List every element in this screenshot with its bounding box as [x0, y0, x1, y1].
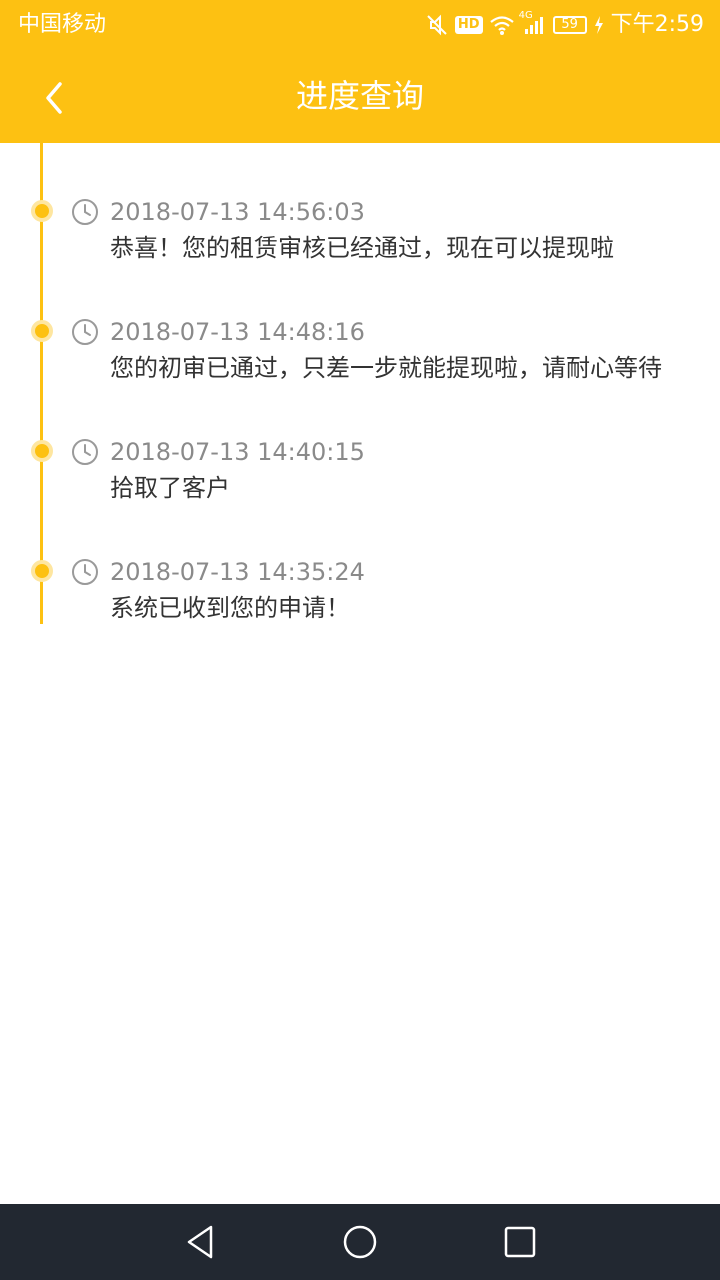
- timeline-time: 2018-07-13 14:40:15: [110, 438, 365, 466]
- timeline-dot: [31, 560, 53, 582]
- timeline-time: 2018-07-13 14:35:24: [110, 558, 365, 586]
- triangle-back-icon: [187, 1225, 213, 1259]
- wifi-icon: [489, 14, 515, 36]
- app-header: 进度查询: [0, 50, 720, 143]
- timeline-dot: [31, 200, 53, 222]
- timeline-item: 2018-07-13 14:56:03 恭喜！您的租赁审核已经通过，现在可以提现…: [0, 143, 720, 262]
- timeline-dot: [31, 320, 53, 342]
- nav-back-button[interactable]: [180, 1222, 220, 1262]
- timeline-dot: [31, 440, 53, 462]
- timeline-text: 您的初审已通过，只差一步就能提现啦，请耐心等待: [110, 354, 662, 382]
- square-recent-icon: [504, 1226, 536, 1258]
- carrier-label: 中国移动: [18, 12, 107, 37]
- battery-indicator: 59: [552, 16, 587, 34]
- timeline-time: 2018-07-13 14:48:16: [110, 318, 365, 346]
- timeline-text: 恭喜！您的租赁审核已经通过，现在可以提现啦: [110, 234, 614, 262]
- screen: 中国移动 HD 4G 59 下午2:59 进度查询 2018-07-13 14:…: [0, 0, 720, 1280]
- clock-icon: [72, 439, 98, 465]
- nav-home-button[interactable]: [340, 1222, 380, 1262]
- nav-recent-button[interactable]: [500, 1222, 540, 1262]
- status-bar: 中国移动 HD 4G 59 下午2:59: [0, 0, 720, 50]
- clock-time: 下午2:59: [610, 12, 704, 37]
- circle-home-icon: [343, 1225, 377, 1259]
- mute-icon: [425, 13, 449, 37]
- timeline-item: 2018-07-13 14:48:16 您的初审已通过，只差一步就能提现啦，请耐…: [0, 263, 720, 382]
- timeline-item: 2018-07-13 14:40:15 拾取了客户: [0, 383, 720, 502]
- system-nav-bar: [0, 1204, 720, 1280]
- clock-icon: [72, 559, 98, 585]
- charging-icon: [593, 15, 605, 35]
- page-title: 进度查询: [295, 77, 424, 115]
- timeline-text: 系统已收到您的申请！: [110, 594, 350, 622]
- timeline-text: 拾取了客户: [110, 474, 230, 502]
- clock-icon: [72, 199, 98, 225]
- progress-timeline: 2018-07-13 14:56:03 恭喜！您的租赁审核已经通过，现在可以提现…: [0, 143, 720, 624]
- hd-badge: HD: [454, 16, 483, 34]
- timeline-item: 2018-07-13 14:35:24 系统已收到您的申请！: [0, 503, 720, 622]
- status-icons: HD 4G 59 下午2:59: [425, 8, 704, 42]
- timeline-time: 2018-07-13 14:56:03: [110, 198, 365, 226]
- signal-icon: 4G: [519, 10, 547, 36]
- network-type-label: 4G: [518, 10, 533, 21]
- clock-icon: [72, 319, 98, 345]
